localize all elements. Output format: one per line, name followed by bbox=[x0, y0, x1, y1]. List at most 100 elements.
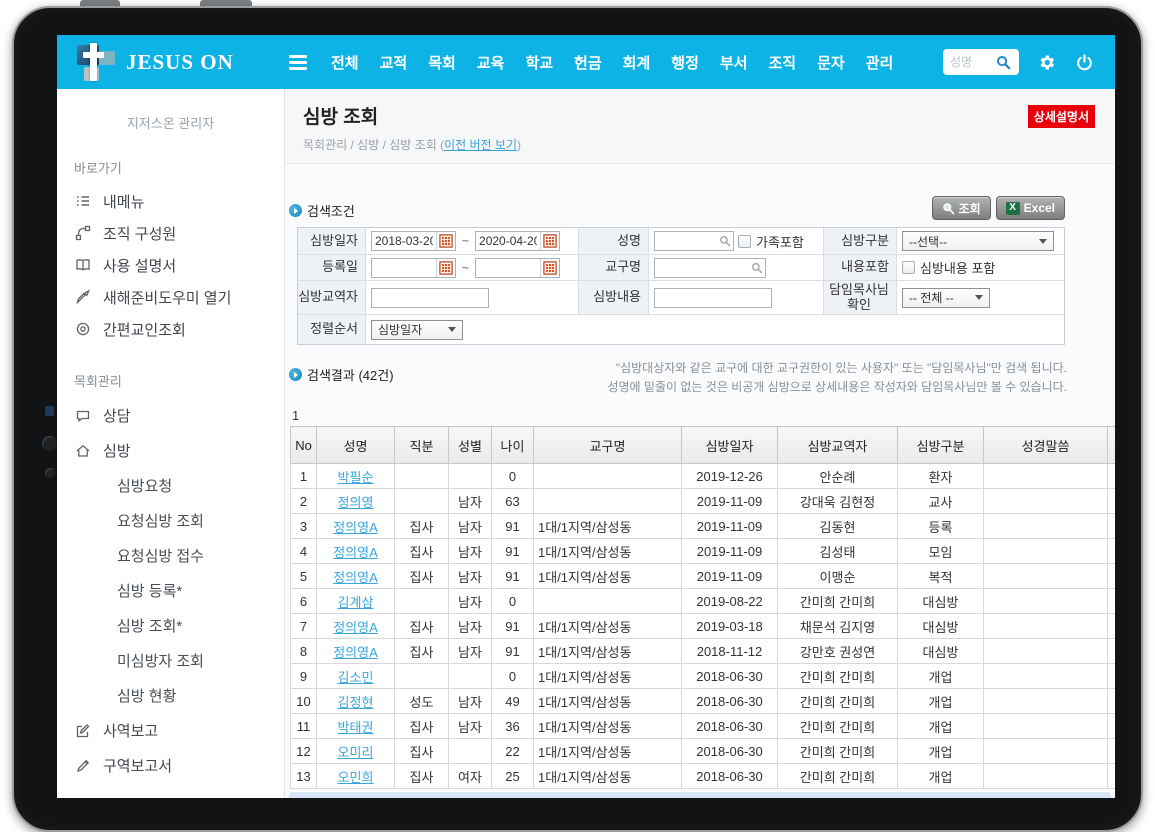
nav-item-offering[interactable]: 헌금 bbox=[574, 52, 602, 73]
member-name-link[interactable]: 박필순 bbox=[338, 470, 374, 485]
cell-hymn bbox=[1108, 489, 1116, 514]
cell-age: 0 bbox=[492, 589, 534, 614]
member-name-link[interactable]: 김정현 bbox=[338, 695, 374, 710]
logout-power-icon[interactable] bbox=[1073, 51, 1095, 73]
settings-gear-icon[interactable] bbox=[1035, 51, 1057, 73]
visit-content-include-checkbox[interactable]: 심방내용 포함 bbox=[902, 258, 995, 277]
nav-item-accounting[interactable]: 회계 bbox=[623, 52, 651, 73]
nav-item-management[interactable]: 관리 bbox=[866, 52, 894, 73]
col-header-visit-type: 심방구분 bbox=[898, 427, 984, 464]
cell-visit-date: 2018-06-30 bbox=[682, 664, 778, 689]
nav-item-school[interactable]: 학교 bbox=[525, 52, 553, 73]
head-pastor-confirm-select[interactable]: -- 전체 -- bbox=[902, 288, 990, 308]
detailed-manual-button[interactable]: 상세설명서 bbox=[1028, 105, 1095, 128]
visit-content-cell bbox=[648, 280, 823, 314]
register-date-to-input[interactable] bbox=[476, 259, 540, 277]
cell-name: 박태권 bbox=[317, 714, 395, 739]
nav-item-organization[interactable]: 조직 bbox=[768, 52, 796, 73]
cell-bible-verse bbox=[984, 514, 1108, 539]
previous-version-link[interactable]: 이전 버전 보기 bbox=[444, 138, 517, 152]
cell-parish: 1대/1지역/삼성동 bbox=[534, 614, 682, 639]
member-name-link[interactable]: 정의영A bbox=[333, 620, 378, 635]
calendar-icon[interactable] bbox=[540, 259, 559, 277]
register-date-to-group bbox=[475, 258, 560, 278]
calendar-icon[interactable] bbox=[540, 232, 559, 250]
sidebar-item-work-report[interactable]: 사역보고 bbox=[57, 713, 284, 748]
pagination-page-1[interactable]: 1 bbox=[292, 408, 299, 423]
nav-item-ministry[interactable]: 목회 bbox=[428, 52, 456, 73]
sidebar-item-visitation[interactable]: 심방 bbox=[57, 433, 284, 468]
member-name-link[interactable]: 오민희 bbox=[338, 770, 374, 785]
table-row: 4정의영A집사남자911대/1지역/삼성동2019-11-09김성태모임 bbox=[291, 539, 1116, 564]
visit-date-from-input[interactable] bbox=[372, 232, 436, 250]
sidebar-subitem-visit-status[interactable]: 심방 현황 bbox=[57, 678, 284, 713]
cell-gender bbox=[449, 664, 492, 689]
visit-date-label: 심방일자 bbox=[298, 228, 365, 254]
visit-type-select[interactable]: --선택-- bbox=[902, 231, 1054, 251]
calendar-icon[interactable] bbox=[436, 259, 455, 277]
visit-date-to-input[interactable] bbox=[476, 232, 540, 250]
cell-position bbox=[395, 464, 449, 489]
col-header-hymn: 찬송 bbox=[1108, 427, 1116, 464]
family-include-checkbox[interactable]: 가족포함 bbox=[738, 232, 804, 251]
parish-input[interactable] bbox=[654, 258, 766, 278]
member-name-link[interactable]: 오미리 bbox=[338, 745, 374, 760]
quick-search-input[interactable] bbox=[950, 55, 996, 69]
nav-item-education[interactable]: 교육 bbox=[477, 52, 505, 73]
member-name-link[interactable]: 정의영A bbox=[333, 520, 378, 535]
name-input[interactable] bbox=[654, 231, 734, 251]
member-name-link[interactable]: 정의영A bbox=[333, 545, 378, 560]
sidebar-item-newyear-helper[interactable]: 새해준비도우미 열기 bbox=[57, 281, 284, 313]
member-name-link[interactable]: 김소민 bbox=[338, 670, 374, 685]
nav-item-records[interactable]: 교적 bbox=[380, 52, 408, 73]
nav-item-department[interactable]: 부서 bbox=[720, 52, 748, 73]
nav-item-all[interactable]: 전체 bbox=[331, 52, 359, 73]
sidebar-subitem-visit-request[interactable]: 심방요청 bbox=[57, 468, 284, 503]
quill-pen-icon bbox=[75, 289, 93, 305]
search-icon[interactable] bbox=[996, 55, 1011, 70]
cell-age: 91 bbox=[492, 514, 534, 539]
brand[interactable]: JESUS ON bbox=[77, 43, 285, 81]
cell-visit-type: 교사 bbox=[898, 489, 984, 514]
member-quick-search[interactable] bbox=[943, 49, 1019, 75]
member-name-link[interactable]: 김계삼 bbox=[338, 595, 374, 610]
sort-order-label: 정렬순서 bbox=[298, 314, 365, 344]
hamburger-menu-icon[interactable] bbox=[289, 55, 307, 70]
sidebar-item-user-manual[interactable]: 사용 설명서 bbox=[57, 249, 284, 281]
cell-visit-pastor: 간미희 간미희 bbox=[778, 764, 898, 789]
sidebar-item-org-members[interactable]: 조직 구성원 bbox=[57, 217, 284, 249]
cell-visit-pastor: 강만호 권성연 bbox=[778, 639, 898, 664]
sidebar-subitem-unvisited-search[interactable]: 미심방자 조회 bbox=[57, 643, 284, 678]
visit-pastor-input[interactable] bbox=[371, 288, 489, 308]
horizontal-scrollbar[interactable] bbox=[289, 792, 1111, 798]
parish-field-cell bbox=[648, 254, 823, 280]
cell-visit-date: 2019-12-26 bbox=[682, 464, 778, 489]
member-name-link[interactable]: 정의영 bbox=[338, 495, 374, 510]
sidebar-item-my-menu[interactable]: 내메뉴 bbox=[57, 185, 284, 217]
search-results-title: 검색결과 (42건) bbox=[289, 365, 394, 384]
sidebar-subitem-visit-search[interactable]: 심방 조회* bbox=[57, 608, 284, 643]
nav-item-sms[interactable]: 문자 bbox=[817, 52, 845, 73]
cell-position: 집사 bbox=[395, 639, 449, 664]
calendar-icon[interactable] bbox=[436, 232, 455, 250]
sidebar-item-counseling[interactable]: 상담 bbox=[57, 398, 284, 433]
search-icon bbox=[942, 202, 955, 215]
member-name-link[interactable]: 정의영A bbox=[333, 645, 378, 660]
excel-export-button[interactable]: X Excel bbox=[996, 196, 1065, 220]
nav-item-admin[interactable]: 행정 bbox=[671, 52, 699, 73]
cell-no: 12 bbox=[291, 739, 317, 764]
member-name-link[interactable]: 박태권 bbox=[338, 720, 374, 735]
cell-hymn bbox=[1108, 639, 1116, 664]
cell-visit-pastor: 채문석 김지영 bbox=[778, 614, 898, 639]
sidebar-item-simple-member-search[interactable]: 간편교인조회 bbox=[57, 313, 284, 345]
member-name-link[interactable]: 정의영A bbox=[333, 570, 378, 585]
cell-hymn bbox=[1108, 739, 1116, 764]
sidebar-subitem-requested-visit-receipt[interactable]: 요청심방 접수 bbox=[57, 538, 284, 573]
sidebar-subitem-requested-visit-search[interactable]: 요청심방 조회 bbox=[57, 503, 284, 538]
sidebar-subitem-visit-register[interactable]: 심방 등록* bbox=[57, 573, 284, 608]
register-date-from-input[interactable] bbox=[372, 259, 436, 277]
sort-order-select[interactable]: 심방일자 bbox=[371, 320, 463, 340]
visit-content-input[interactable] bbox=[654, 288, 772, 308]
sidebar-item-district-report[interactable]: 구역보고서 bbox=[57, 748, 284, 783]
search-button[interactable]: 조회 bbox=[932, 196, 991, 220]
